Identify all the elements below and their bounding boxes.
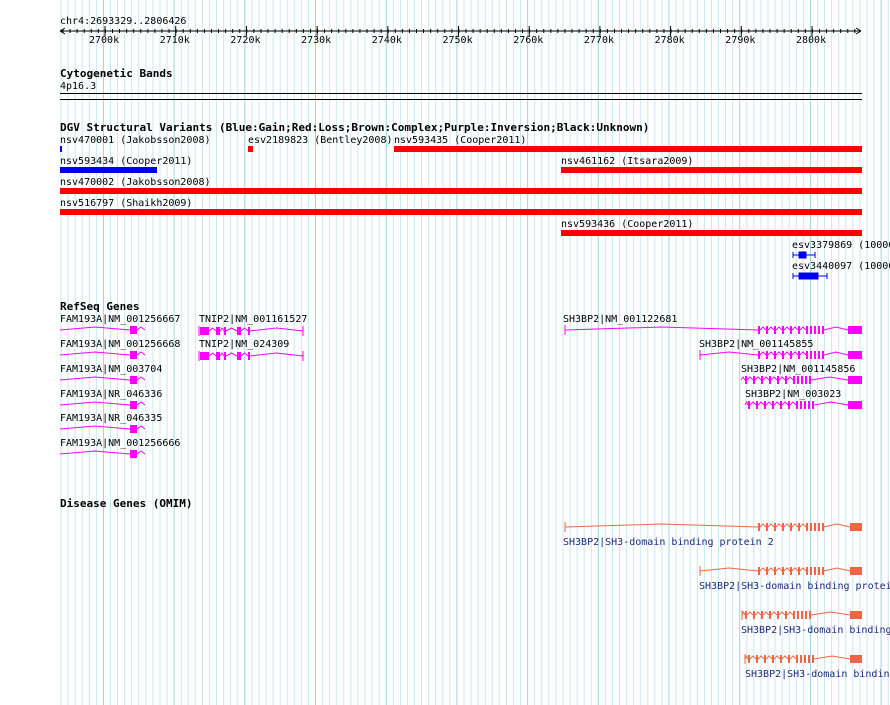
omim-gene-models[interactable] xyxy=(0,0,890,705)
genome-browser-panel: chr4:2693329..2806426 2700k 2710k 2720k 273… xyxy=(0,0,890,705)
omim-gene-label: SH3BP2|SH3-domain binding protei xyxy=(699,581,890,592)
omim-gene-label: SH3BP2|SH3-domain binding protein 2 xyxy=(563,537,774,548)
omim-gene-label: SH3BP2|SH3-domain bindin xyxy=(745,669,890,680)
omim-gene-label: SH3BP2|SH3-domain binding xyxy=(741,625,890,636)
